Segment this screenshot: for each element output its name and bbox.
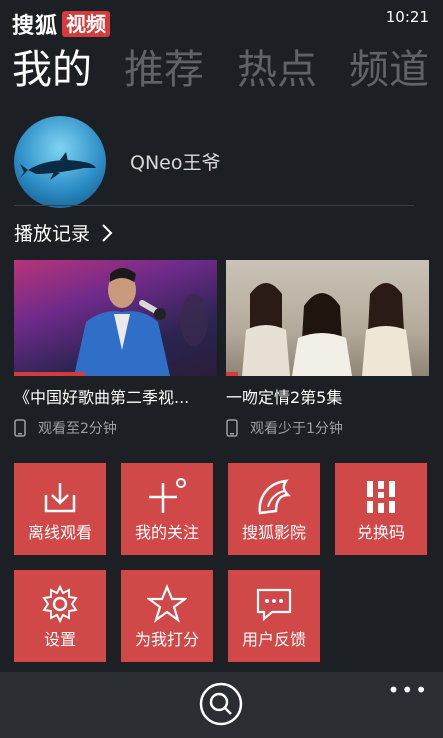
clock: 10:21 bbox=[385, 8, 429, 26]
pivot-header: 我的 推荐 热点 频道 bbox=[0, 40, 443, 100]
tile-feedback[interactable]: 用户反馈 bbox=[228, 570, 320, 662]
watch-progress: 观看少于1分钟 bbox=[226, 418, 429, 438]
tile-my-follows[interactable]: 我的关注 bbox=[121, 463, 213, 555]
phone-icon bbox=[226, 419, 238, 437]
tile-label: 兑换码 bbox=[356, 523, 405, 542]
pivot-item-channels[interactable]: 频道 bbox=[349, 46, 429, 94]
dolphin-image bbox=[20, 152, 96, 180]
history-title: 播放记录 bbox=[14, 223, 91, 245]
tile-label: 为我打分 bbox=[134, 630, 199, 649]
pivot-item-hot[interactable]: 热点 bbox=[237, 46, 317, 94]
video-title[interactable]: 一吻定情2第5集 bbox=[226, 384, 429, 408]
search-icon bbox=[199, 682, 243, 726]
tile-sohu-cinema[interactable]: 搜狐影院 bbox=[228, 463, 320, 555]
pivot-item-recommend[interactable]: 推荐 bbox=[124, 46, 204, 94]
drama-scene-image bbox=[242, 283, 412, 376]
tile-label: 我的关注 bbox=[134, 523, 199, 542]
watch-progress-text: 观看少于1分钟 bbox=[250, 421, 343, 437]
app-bar: ••• bbox=[0, 672, 443, 738]
tile-label: 设置 bbox=[43, 630, 76, 649]
search-button[interactable] bbox=[199, 682, 243, 726]
tile-label: 搜狐影院 bbox=[241, 523, 306, 542]
divider bbox=[14, 205, 414, 206]
qr-code-icon bbox=[367, 481, 395, 513]
watch-progress-bar bbox=[14, 372, 86, 376]
sohu-fox-icon bbox=[258, 479, 292, 515]
tile-offline-watch[interactable]: 离线观看 bbox=[14, 463, 106, 555]
logo-badge: 视频 bbox=[62, 11, 111, 37]
history-card[interactable]: 《中国好歌曲第二季视... 观看至2分钟 bbox=[14, 260, 217, 438]
chevron-right-icon bbox=[102, 223, 113, 242]
phone-icon bbox=[14, 419, 26, 437]
singer-image bbox=[74, 268, 208, 376]
username[interactable]: QNeo王爷 bbox=[130, 148, 220, 175]
watch-progress: 观看至2分钟 bbox=[14, 418, 217, 438]
watch-progress-bar bbox=[226, 372, 239, 376]
watch-progress-text: 观看至2分钟 bbox=[38, 421, 117, 437]
video-title[interactable]: 《中国好歌曲第二季视... bbox=[14, 384, 217, 408]
sohu-video-logo: 搜狐 视频 bbox=[12, 8, 111, 40]
history-card[interactable]: 一吻定情2第5集 观看少于1分钟 bbox=[226, 260, 429, 438]
status-header: 搜狐 视频 10:21 bbox=[0, 0, 443, 40]
history-header[interactable]: 播放记录 bbox=[14, 219, 114, 246]
profile-section[interactable]: QNeo王爷 bbox=[14, 116, 414, 208]
tile-settings[interactable]: 设置 bbox=[14, 570, 106, 662]
tile-rate-app[interactable]: 为我打分 bbox=[121, 570, 213, 662]
logo-text: 搜狐 bbox=[12, 14, 59, 39]
gear-icon bbox=[42, 584, 78, 624]
video-thumbnail[interactable] bbox=[226, 260, 429, 376]
pivot-item-mine[interactable]: 我的 bbox=[12, 46, 92, 94]
video-thumbnail[interactable] bbox=[14, 260, 217, 376]
avatar[interactable] bbox=[14, 116, 106, 208]
tile-label: 用户反馈 bbox=[241, 630, 306, 649]
more-options-button[interactable]: ••• bbox=[388, 678, 429, 702]
add-follow-icon bbox=[149, 478, 186, 513]
tile-redeem-code[interactable]: 兑换码 bbox=[335, 463, 427, 555]
message-icon bbox=[256, 588, 292, 622]
star-icon bbox=[147, 584, 187, 623]
tile-label: 离线观看 bbox=[27, 523, 92, 542]
download-icon bbox=[44, 483, 76, 513]
